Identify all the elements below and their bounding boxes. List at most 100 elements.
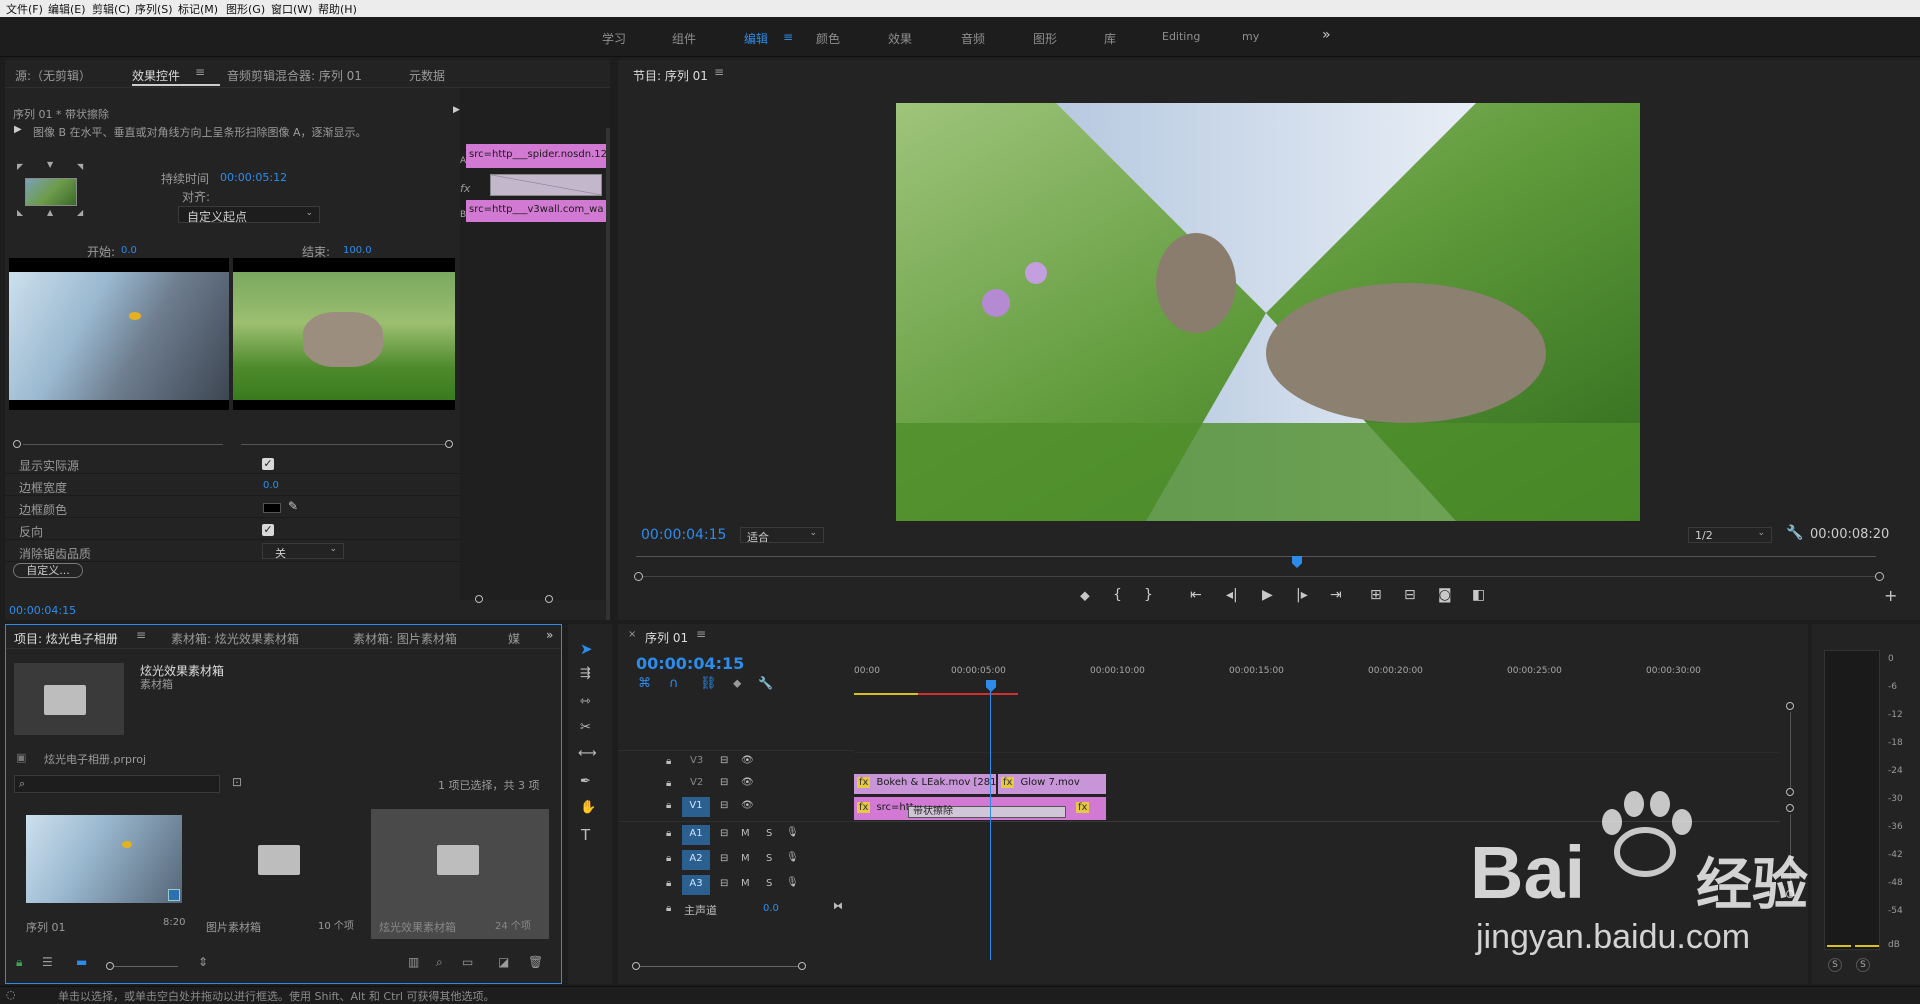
zoom-handle-left[interactable] (634, 572, 643, 581)
tab-project[interactable]: 项目: 炫光电子相册 (14, 630, 118, 647)
lock-icon[interactable]: 🔒︎ (666, 778, 671, 789)
mute-button[interactable]: M (741, 853, 750, 864)
tab-effect-controls[interactable]: 效果控件 (132, 67, 180, 84)
end-value[interactable]: 100.0 (343, 245, 372, 256)
lock-icon[interactable]: 🔒︎ (666, 828, 671, 839)
program-timecode[interactable]: 00:00:04:15 (641, 527, 726, 543)
ws-libraries[interactable]: 库 (1104, 30, 1116, 47)
v-scroll-handle[interactable] (1786, 788, 1794, 796)
add-button-icon[interactable]: + (1884, 586, 1897, 605)
master-volume[interactable]: 0.0 (763, 903, 779, 914)
menu-help[interactable]: 帮助(H) (318, 1, 357, 17)
panel-menu-icon[interactable]: ≡ (714, 65, 724, 79)
mic-icon[interactable]: 🎙︎ (786, 877, 799, 888)
master-go-to-end-icon[interactable]: ⧓ (833, 901, 843, 912)
wrench-icon[interactable]: 🔧 (1786, 525, 1803, 541)
list-view-icon[interactable]: ☰ (42, 955, 53, 969)
timeline-playhead[interactable] (986, 680, 996, 692)
program-scrubber[interactable] (636, 556, 1876, 557)
mark-out-icon[interactable]: } (1144, 587, 1153, 603)
anchor-ne-icon[interactable]: ◥ (77, 162, 83, 171)
new-item-icon[interactable]: ◪ (498, 955, 509, 969)
project-item-sequence[interactable]: 序列 01 8:20 (18, 809, 196, 939)
zoom-handle-right[interactable] (1875, 572, 1884, 581)
ripple-edit-tool-icon[interactable]: ⇿ (580, 694, 591, 709)
tab-bin-glow[interactable]: 素材箱: 炫光效果素材箱 (171, 630, 299, 647)
ec-zoom-handle-left[interactable] (475, 595, 483, 603)
anchor-sw-icon[interactable]: ◣ (17, 208, 23, 217)
timeline-title[interactable]: 序列 01 (645, 629, 688, 646)
ws-editing[interactable]: 编辑 (744, 30, 768, 47)
tab-audio-clip-mixer[interactable]: 音频剪辑混合器: 序列 01 (227, 67, 362, 84)
sort-icon[interactable]: ⇕ (198, 955, 208, 969)
v-scroll-handle[interactable] (1786, 702, 1794, 710)
start-slider-handle[interactable] (13, 440, 21, 448)
eye-icon[interactable]: 👁︎ (741, 777, 754, 788)
tab-source[interactable]: 源:（无剪辑） (15, 67, 91, 84)
solo-button[interactable]: S (766, 878, 772, 889)
track-select-tool-icon[interactable]: ⇶ (580, 666, 591, 681)
track-label-v2[interactable]: V2 (690, 777, 703, 788)
snap-icon[interactable]: ∩ (669, 676, 679, 691)
solo-button[interactable]: S (766, 853, 772, 864)
eye-icon[interactable]: 👁︎ (741, 755, 754, 766)
reverse-checkbox[interactable]: ✓ (262, 524, 274, 536)
anchor-se-icon[interactable]: ◢ (77, 208, 83, 217)
sync-lock-icon[interactable]: ⊟ (720, 777, 728, 788)
lock-icon[interactable]: 🔒︎ (666, 800, 671, 811)
project-item-glow-bin[interactable]: 炫光效果素材箱 24 个项 (371, 809, 549, 939)
project-item-images-bin[interactable]: 图片素材箱 10 个项 (198, 809, 368, 939)
mini-clip-a[interactable]: src=http___spider.nosdn.12 (466, 144, 606, 168)
ws-assembly[interactable]: 组件 (672, 30, 696, 47)
more-tabs-icon[interactable]: » (546, 628, 553, 642)
h-scrollbar[interactable] (640, 966, 798, 967)
border-width-value[interactable]: 0.0 (263, 480, 279, 491)
align-dropdown[interactable]: 自定义起点 ⌄ (178, 206, 320, 224)
panel-menu-icon[interactable]: ≡ (696, 627, 706, 641)
timeline-settings-icon[interactable]: 🔧 (758, 676, 773, 690)
menu-sequence[interactable]: 序列(S) (135, 1, 173, 17)
ws-audio[interactable]: 音频 (961, 30, 985, 47)
solo-button[interactable]: S (766, 828, 772, 839)
menu-window[interactable]: 窗口(W) (271, 1, 312, 17)
sync-lock-icon[interactable]: ⊟ (720, 853, 728, 864)
track-label-a1[interactable]: A1 (682, 825, 710, 845)
ws-menu-icon[interactable]: ≡ (783, 30, 793, 44)
nest-icon[interactable]: ⌘ (638, 676, 651, 691)
v-scrollbar-audio[interactable] (1790, 814, 1791, 890)
panel-menu-icon[interactable]: ≡ (136, 628, 146, 642)
ws-learn[interactable]: 学习 (602, 30, 626, 47)
end-slider-handle[interactable] (445, 440, 453, 448)
close-icon[interactable]: × (628, 629, 636, 640)
project-search-input[interactable]: ⌕ (14, 775, 220, 793)
razor-tool-icon[interactable]: ✂ (580, 720, 591, 735)
clip-glow[interactable]: fx Glow 7.mov (998, 774, 1106, 794)
type-tool-icon[interactable]: T (581, 826, 590, 844)
play-icon[interactable]: ▶ (1262, 587, 1273, 603)
eye-icon[interactable]: 👁︎ (741, 800, 754, 811)
step-forward-icon[interactable]: |▸ (1296, 587, 1308, 603)
end-slider-track[interactable] (241, 444, 445, 445)
ws-color[interactable]: 颜色 (816, 30, 840, 47)
ws-more-icon[interactable]: » (1322, 27, 1331, 43)
lock-icon[interactable]: 🔒︎ (666, 853, 671, 864)
comparison-view-icon[interactable]: ◧ (1472, 587, 1485, 603)
ws-my[interactable]: my (1242, 30, 1259, 43)
pen-tool-icon[interactable]: ✒ (580, 774, 591, 789)
ws-editing-en[interactable]: Editing (1162, 30, 1200, 43)
anchor-s-icon[interactable]: ▲ (47, 208, 53, 217)
linked-selection-icon[interactable]: ⛓ (700, 676, 717, 691)
menu-edit[interactable]: 编辑(E) (48, 1, 86, 17)
play-transition-icon[interactable]: ▶ (14, 124, 22, 135)
sync-lock-icon[interactable]: ⊟ (720, 800, 728, 811)
go-to-in-icon[interactable]: ⇤ (1190, 587, 1202, 603)
automate-icon[interactable]: ▥ (408, 955, 419, 969)
new-bin-icon[interactable]: ▭ (462, 955, 473, 969)
ec-timecode[interactable]: 00:00:04:15 (9, 604, 76, 617)
show-actual-sources-checkbox[interactable]: ✓ (262, 458, 274, 470)
v-scrollbar-video[interactable] (1790, 712, 1791, 788)
track-label-a2[interactable]: A2 (682, 850, 710, 870)
overwrite-icon[interactable]: ⊟ (1404, 587, 1416, 603)
selection-tool-icon[interactable]: ➤ (580, 640, 593, 658)
eyedropper-icon[interactable]: ✎ (288, 499, 298, 513)
